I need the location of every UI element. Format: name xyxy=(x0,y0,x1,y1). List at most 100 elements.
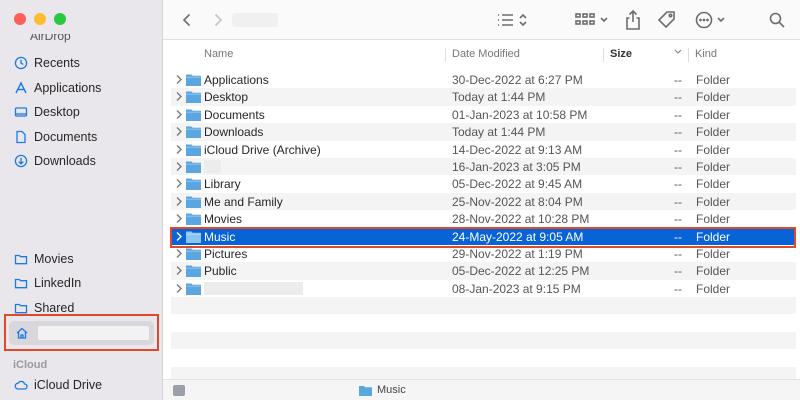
sidebar-item-linkedin[interactable]: LinkedIn xyxy=(14,273,81,293)
search-button[interactable] xyxy=(767,9,787,31)
disclosure-chevron-icon[interactable] xyxy=(175,74,183,85)
column-header-kind[interactable]: Kind xyxy=(695,48,717,60)
sidebar-item-movies[interactable]: Movies xyxy=(14,249,74,269)
file-kind: Folder xyxy=(696,107,731,122)
tags-button[interactable] xyxy=(655,9,679,31)
file-date-modified: Today at 1:44 PM xyxy=(452,90,546,105)
file-row[interactable]: Pictures 29-Nov-2022 at 1:19 PM -- Folder xyxy=(171,245,796,262)
column-header-date-modified[interactable]: Date Modified xyxy=(452,48,520,60)
disclosure-chevron-icon[interactable] xyxy=(175,126,183,137)
disclosure-chevron-icon[interactable] xyxy=(175,248,183,259)
file-list: Applications 30-Dec-2022 at 6:27 PM -- Fold… xyxy=(171,71,796,385)
disclosure-chevron-icon[interactable] xyxy=(175,161,183,172)
file-row[interactable]: Me and Family 25-Nov-2022 at 8:04 PM -- Fol… xyxy=(171,192,796,211)
back-button[interactable] xyxy=(177,9,197,31)
sidebar-item-downloads[interactable]: Downloads xyxy=(14,151,96,171)
disclosure-chevron-icon[interactable] xyxy=(175,109,183,120)
file-size: -- xyxy=(674,177,682,192)
file-name: Applications xyxy=(204,73,269,87)
close-window-button[interactable] xyxy=(14,13,26,25)
file-row[interactable]: 08-Jan-2023 at 9:15 PM -- Folder xyxy=(171,280,796,297)
file-date-modified: Today at 1:44 PM xyxy=(452,125,546,140)
folder-icon xyxy=(186,160,201,173)
file-date-modified: 28-Nov-2022 at 10:28 PM xyxy=(452,212,590,227)
empty-row xyxy=(171,331,796,350)
file-size: -- xyxy=(674,159,682,174)
sidebar-item-recents[interactable]: Recents xyxy=(14,53,80,73)
folder-icon xyxy=(186,125,201,139)
file-row[interactable]: iCloud Drive (Archive) 14-Dec-2022 at 9:1… xyxy=(171,141,796,158)
file-kind: Folder xyxy=(696,125,731,140)
hard-drive-icon[interactable] xyxy=(173,385,185,396)
chevron-left-icon xyxy=(182,13,191,27)
file-name-redacted xyxy=(204,281,303,295)
file-row[interactable]: 16-Jan-2023 at 3:05 PM -- Folder xyxy=(171,157,796,176)
disclosure-chevron-icon[interactable] xyxy=(175,265,183,276)
file-size: -- xyxy=(674,90,682,105)
zoom-window-button[interactable] xyxy=(54,13,66,25)
file-row[interactable]: Movies 28-Nov-2022 at 10:28 PM -- Folder xyxy=(171,210,796,227)
disclosure-chevron-icon[interactable] xyxy=(175,144,183,155)
group-by-button[interactable] xyxy=(574,9,612,31)
home-folder-name-redacted xyxy=(38,326,149,340)
action-menu-button[interactable] xyxy=(695,9,729,31)
file-size: -- xyxy=(674,73,682,87)
sidebar-item-icloud-drive[interactable]: iCloud Drive xyxy=(14,375,102,395)
column-divider xyxy=(603,48,604,62)
clock-icon xyxy=(14,56,28,70)
folder-icon xyxy=(186,264,201,278)
file-row[interactable]: Public 05-Dec-2022 at 12:25 PM -- Folder xyxy=(171,262,796,280)
file-row[interactable]: Library 05-Dec-2022 at 9:45 AM -- Folder xyxy=(171,175,796,192)
file-row[interactable]: Desktop Today at 1:44 PM -- Folder xyxy=(171,88,796,106)
file-size: -- xyxy=(674,264,682,279)
sidebar-item-home[interactable] xyxy=(9,321,154,345)
sidebar-item-shared[interactable]: Shared xyxy=(14,298,74,318)
sort-chevron-icon xyxy=(674,47,682,60)
folder-icon xyxy=(186,108,201,121)
path-bar-item-music[interactable]: Music xyxy=(359,384,406,396)
folder-icon xyxy=(186,177,201,191)
disclosure-chevron-icon[interactable] xyxy=(175,178,183,189)
column-header-size[interactable]: Size xyxy=(610,48,632,60)
disclosure-chevron-icon[interactable] xyxy=(175,213,183,224)
disclosure-chevron-icon[interactable] xyxy=(175,196,183,207)
file-row[interactable]: Downloads Today at 1:44 PM -- Folder xyxy=(171,123,796,141)
disclosure-chevron-icon[interactable] xyxy=(175,283,183,294)
column-header-name[interactable]: Name xyxy=(204,48,233,60)
file-kind: Folder xyxy=(696,73,731,87)
file-name: Public xyxy=(204,264,237,279)
disclosure-chevron-icon[interactable] xyxy=(175,91,183,102)
file-kind: Folder xyxy=(696,281,731,296)
file-name: Pictures xyxy=(204,246,248,261)
disclosure-chevron-icon[interactable] xyxy=(175,231,183,242)
view-options-button[interactable] xyxy=(496,9,532,31)
file-date-modified: 05-Dec-2022 at 9:45 AM xyxy=(452,177,583,192)
file-kind: Folder xyxy=(696,142,731,157)
sidebar-item-applications[interactable]: Applications xyxy=(14,78,101,98)
sidebar: AirDrop Recents Applications Desktop Doc… xyxy=(0,0,163,400)
file-kind: Folder xyxy=(696,212,731,227)
file-name: Me and Family xyxy=(204,194,283,209)
file-size: -- xyxy=(674,246,682,261)
forward-button[interactable] xyxy=(208,9,228,31)
folder-icon xyxy=(14,276,28,290)
file-row[interactable]: Applications 30-Dec-2022 at 6:27 PM -- Fold… xyxy=(171,71,796,88)
file-size: -- xyxy=(674,212,682,227)
toolbar xyxy=(163,0,800,40)
file-kind: Folder xyxy=(696,90,731,105)
file-row[interactable]: Documents 01-Jan-2023 at 10:58 PM -- Folder xyxy=(171,106,796,123)
file-size: -- xyxy=(674,281,682,296)
file-row[interactable]: Music 24-May-2022 at 9:05 AM -- Folder xyxy=(171,227,796,245)
file-date-modified: 30-Dec-2022 at 6:27 PM xyxy=(452,73,583,87)
sidebar-item-documents[interactable]: Documents xyxy=(14,127,97,147)
sidebar-item-airdrop[interactable]: AirDrop xyxy=(30,34,71,44)
sidebar-item-desktop[interactable]: Desktop xyxy=(14,102,80,122)
folder-icon xyxy=(359,385,372,396)
empty-row xyxy=(171,349,796,366)
share-button[interactable] xyxy=(622,9,644,31)
grid-view-icon xyxy=(575,13,608,25)
file-name: Downloads xyxy=(204,125,264,140)
file-name: Library xyxy=(204,177,241,192)
folder-icon xyxy=(186,282,201,295)
minimize-window-button[interactable] xyxy=(34,13,46,25)
